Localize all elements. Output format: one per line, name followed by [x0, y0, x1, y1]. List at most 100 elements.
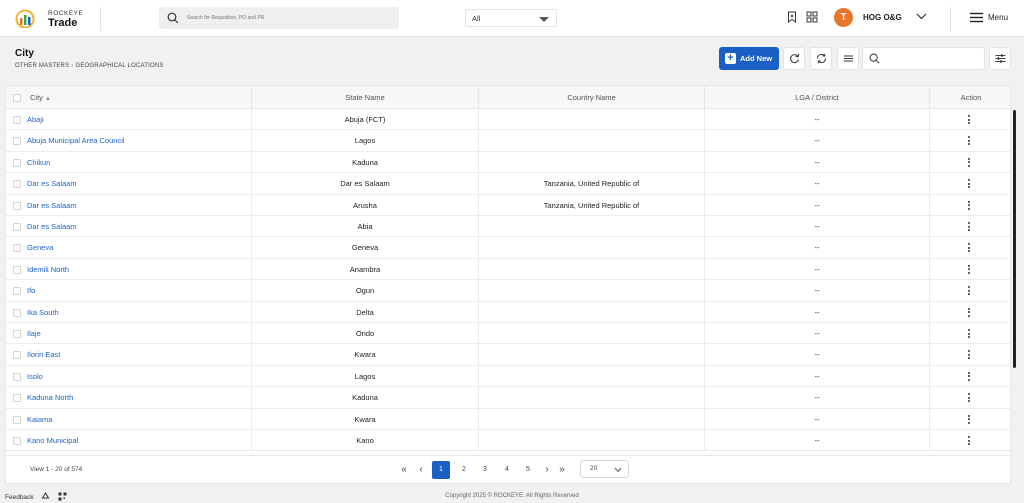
kebab-icon[interactable]: [967, 286, 971, 297]
table-row[interactable]: Kano Municipal Kano --: [6, 430, 1010, 452]
chevron-down-icon[interactable]: [916, 12, 927, 20]
page-button[interactable]: 5: [519, 461, 537, 479]
table-row[interactable]: Ika South Delta --: [6, 301, 1010, 323]
city-link[interactable]: Isolo: [6, 365, 252, 387]
search-icon: [869, 53, 880, 64]
table-row[interactable]: Ilaje Ondo --: [6, 323, 1010, 345]
list-view-button[interactable]: [837, 47, 859, 70]
kebab-icon[interactable]: [967, 243, 971, 254]
city-link[interactable]: Abuja Municipal Area Council: [6, 130, 252, 152]
kebab-icon[interactable]: [967, 136, 971, 147]
rockeye-logo-icon[interactable]: [14, 8, 36, 28]
add-new-button[interactable]: + Add New: [719, 47, 779, 70]
kebab-icon[interactable]: [967, 264, 971, 276]
lga-cell: --: [705, 430, 930, 451]
table-row[interactable]: Kaduna North Kaduna --: [6, 387, 1010, 409]
kebab-icon[interactable]: [967, 414, 971, 426]
search-input[interactable]: [187, 13, 299, 23]
kebab-icon[interactable]: [967, 157, 971, 169]
lga-cell: --: [705, 344, 930, 366]
table-scrollbar[interactable]: [1013, 110, 1016, 368]
search-scope-value: All: [472, 14, 481, 23]
city-link[interactable]: Ika South: [6, 301, 252, 323]
first-page-button[interactable]: «: [398, 461, 410, 479]
column-header-country[interactable]: Country Name: [479, 86, 705, 109]
city-link[interactable]: Abaji: [6, 109, 252, 130]
table-row[interactable]: Kaiama Kwara --: [6, 408, 1010, 430]
table-row[interactable]: Abuja Municipal Area Council Lagos --: [6, 130, 1010, 152]
state-cell: Kaduna: [252, 151, 479, 173]
page-button[interactable]: 4: [498, 461, 516, 479]
bookmark-icon[interactable]: [786, 11, 798, 23]
sync-button[interactable]: [810, 47, 832, 70]
menu-button[interactable]: Menu: [968, 10, 1016, 26]
prev-page-button[interactable]: ‹: [415, 461, 427, 479]
kebab-icon[interactable]: [967, 115, 971, 126]
city-link[interactable]: Dar es Salaam: [6, 173, 252, 195]
column-header-city[interactable]: City ▲: [6, 86, 252, 109]
avatar[interactable]: T: [834, 8, 853, 27]
country-cell: [479, 151, 705, 173]
lga-cell: --: [705, 258, 930, 280]
city-link[interactable]: Kaiama: [6, 408, 252, 430]
kebab-icon[interactable]: [967, 179, 971, 190]
breadcrumb-item[interactable]: GEOGRAPHICAL LOCATIONS: [75, 63, 163, 69]
table-row[interactable]: Chikun Kaduna --: [6, 151, 1010, 174]
city-link[interactable]: Chikun: [6, 151, 252, 173]
kebab-icon[interactable]: [967, 393, 971, 404]
lga-cell: --: [705, 408, 930, 430]
city-link[interactable]: Idemili North: [6, 258, 252, 280]
kebab-icon[interactable]: [967, 222, 971, 233]
user-name[interactable]: HOG O&G: [863, 13, 902, 22]
page-button[interactable]: 2: [455, 461, 473, 479]
table-row[interactable]: Ifo Ogun --: [6, 280, 1010, 302]
table-row[interactable]: Abaji Abuja (FCT) --: [6, 109, 1010, 131]
table-row[interactable]: Geneva Geneva --: [6, 237, 1010, 259]
table-row[interactable]: Dar es Salaam Abia --: [6, 216, 1010, 238]
lga-cell: --: [705, 237, 930, 259]
column-header-state[interactable]: State Name: [252, 86, 479, 109]
kebab-icon[interactable]: [967, 307, 971, 319]
table-row[interactable]: Idemili North Anambra --: [6, 258, 1010, 281]
city-link[interactable]: Dar es Salaam: [6, 216, 252, 237]
city-link[interactable]: Kano Municipal: [6, 430, 252, 451]
search-scope-select[interactable]: All: [465, 9, 557, 27]
city-link[interactable]: Ifo: [6, 280, 252, 302]
apps-grid-icon[interactable]: [806, 11, 818, 23]
table-row[interactable]: Ilorin East Kwara --: [6, 344, 1010, 366]
lga-cell: --: [705, 365, 930, 387]
add-new-label: Add New: [740, 54, 773, 63]
kebab-icon[interactable]: [967, 436, 971, 447]
page-title: City: [15, 48, 34, 59]
city-link[interactable]: Ilorin East: [6, 344, 252, 366]
table-row[interactable]: Isolo Lagos --: [6, 365, 1010, 388]
kebab-icon[interactable]: [967, 371, 971, 383]
chevron-down-icon: [539, 17, 549, 22]
search-icon[interactable]: [167, 12, 179, 24]
kebab-icon[interactable]: [967, 329, 971, 340]
kebab-icon[interactable]: [967, 200, 971, 212]
city-link[interactable]: Dar es Salaam: [6, 194, 252, 216]
page-button[interactable]: 3: [476, 461, 494, 479]
city-link[interactable]: Geneva: [6, 237, 252, 259]
state-cell: Anambra: [252, 258, 479, 280]
state-cell: Kaduna: [252, 387, 479, 409]
city-link[interactable]: Kaduna North: [6, 387, 252, 409]
next-page-button[interactable]: ›: [541, 461, 553, 479]
column-settings-button[interactable]: [989, 47, 1011, 70]
kebab-icon[interactable]: [967, 350, 971, 361]
table-row[interactable]: Dar es Salaam Arusha Tanzania, United Repu…: [6, 194, 1010, 216]
breadcrumb-item[interactable]: OTHER MASTERS: [15, 63, 69, 69]
page-size-select[interactable]: 20: [580, 460, 629, 478]
sync-icon: [816, 53, 827, 64]
last-page-button[interactable]: »: [556, 461, 568, 479]
country-cell: [479, 387, 705, 409]
table-row[interactable]: Dar es Salaam Dar es Salaam Tanzania, Unit…: [6, 173, 1010, 195]
city-link[interactable]: Ilaje: [6, 323, 252, 344]
state-cell: Delta: [252, 301, 479, 323]
refresh-button[interactable]: [783, 47, 805, 70]
column-header-lga[interactable]: LGA / District: [705, 86, 930, 109]
page-button[interactable]: 1: [432, 461, 450, 479]
lga-cell: --: [705, 173, 930, 195]
grid-search-input[interactable]: [885, 53, 981, 65]
